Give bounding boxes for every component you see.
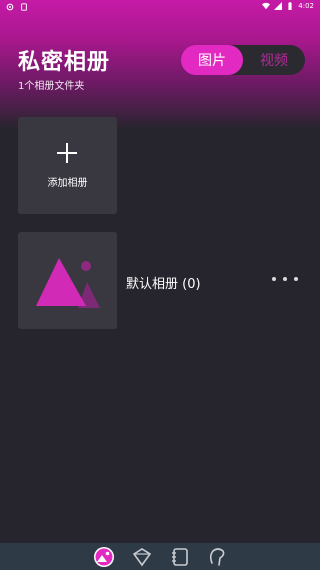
more-dot <box>272 277 276 281</box>
album-thumbnail[interactable] <box>18 232 117 329</box>
sim-icon <box>21 3 27 11</box>
status-left <box>6 3 28 11</box>
signal-icon <box>274 2 283 10</box>
notebook-nav-icon[interactable] <box>169 546 191 568</box>
bottom-navigation <box>0 543 320 570</box>
page-title: 私密相册 <box>18 50 111 75</box>
add-album-label: 添加相册 <box>47 178 88 189</box>
tab-images[interactable]: 图片 <box>181 45 243 75</box>
more-dots-icon[interactable] <box>272 272 298 286</box>
more-dot <box>294 277 298 281</box>
status-right: 4:02 <box>262 2 314 10</box>
wifi-icon <box>262 2 271 10</box>
add-album-button[interactable]: 添加相册 <box>18 117 117 214</box>
diamond-nav-icon[interactable] <box>131 546 153 568</box>
chat-bubble-nav-icon[interactable] <box>206 546 228 568</box>
plus-icon <box>57 143 77 163</box>
image-placeholder-icon <box>36 258 100 308</box>
tab-videos[interactable]: 视频 <box>243 45 305 75</box>
status-bar: 4:02 <box>0 0 320 14</box>
media-type-switch: 图片 视频 <box>181 45 305 75</box>
album-count-subtitle: 1个相册文件夹 <box>18 81 85 92</box>
album-name[interactable]: 默认相册 (0) <box>126 273 201 292</box>
gear-icon <box>6 3 14 11</box>
status-time: 4:02 <box>298 2 314 10</box>
more-dot <box>283 277 287 281</box>
album-nav-icon[interactable] <box>93 546 115 568</box>
battery-icon <box>288 2 292 10</box>
